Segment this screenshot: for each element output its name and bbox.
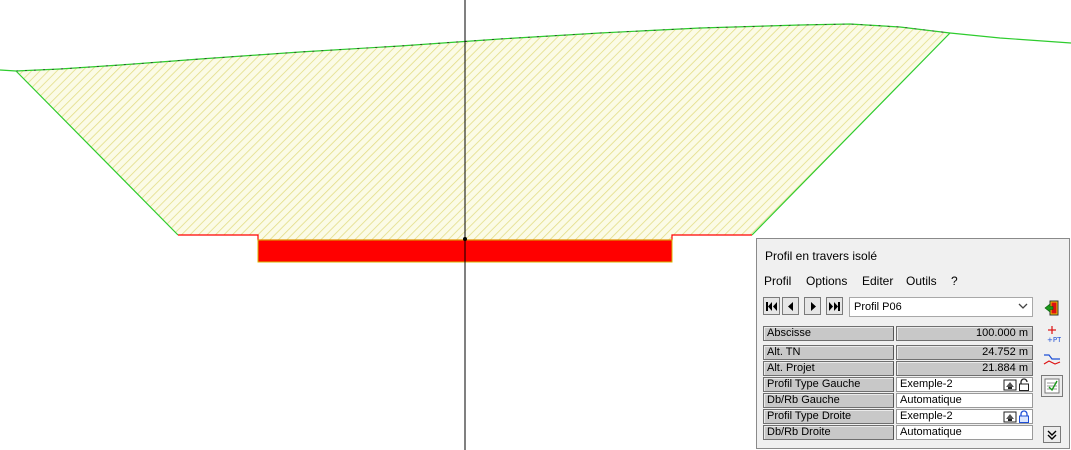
panel-title: Profil en travers isolé xyxy=(765,249,878,263)
profil-type-gauche-field[interactable]: Exemple-2 xyxy=(896,377,1033,392)
svg-text:+PT: +PT xyxy=(1047,336,1061,343)
insert-point-button[interactable]: +PT xyxy=(1041,323,1063,345)
menu-outils[interactable]: Outils xyxy=(906,274,937,288)
exit-icon xyxy=(1044,300,1059,316)
insert-point-icon: +PT xyxy=(1047,326,1061,343)
field-label: Db/Rb Gauche xyxy=(763,393,894,408)
row-alt-projet: Alt. Projet 21.884 m xyxy=(763,361,1033,377)
profil-type-gauche-value: Exemple-2 xyxy=(900,378,953,390)
profil-type-droite-value: Exemple-2 xyxy=(900,410,953,422)
lock-icon[interactable] xyxy=(1018,410,1030,423)
first-profile-button[interactable] xyxy=(763,297,780,315)
menu-help[interactable]: ? xyxy=(951,274,958,288)
chevron-down-icon xyxy=(1018,303,1028,309)
db-rb-gauche-field[interactable]: Automatique xyxy=(896,393,1033,408)
checklist-icon xyxy=(1044,378,1060,394)
field-label: Profil Type Gauche xyxy=(763,377,894,392)
row-db-rb-gauche: Db/Rb Gauche Automatique xyxy=(763,393,1033,409)
expand-button[interactable] xyxy=(1043,426,1061,443)
exit-button[interactable] xyxy=(1041,297,1063,319)
row-profil-type-droite: Profil Type Droite Exemple-2 xyxy=(763,409,1033,425)
expand-down-icon xyxy=(1047,430,1057,440)
profile-select-value: Profil P06 xyxy=(854,301,902,313)
field-label: Alt. TN xyxy=(763,345,894,360)
profile-panel: Profil en travers isolé Profil Options E… xyxy=(756,238,1070,449)
profil-type-droite-field[interactable]: Exemple-2 xyxy=(896,409,1033,424)
checklist-button[interactable] xyxy=(1041,375,1063,397)
row-abscisse: Abscisse 100.000 m xyxy=(763,326,1033,342)
menubar: Profil Options Editer Outils ? xyxy=(757,272,1069,292)
alt-tn-value: 24.752 m xyxy=(896,345,1033,360)
alt-projet-value: 21.884 m xyxy=(896,361,1033,376)
profile-select[interactable]: Profil P06 xyxy=(849,297,1033,317)
last-profile-button[interactable] xyxy=(826,297,843,315)
axis-point xyxy=(463,237,467,241)
field-label: Db/Rb Droite xyxy=(763,425,894,440)
lock-icon[interactable] xyxy=(1018,378,1030,391)
settings-icon[interactable] xyxy=(1003,410,1017,423)
previous-profile-button[interactable] xyxy=(782,297,799,315)
field-label: Profil Type Droite xyxy=(763,409,894,424)
next-icon xyxy=(810,301,816,311)
field-label: Abscisse xyxy=(763,326,894,341)
last-icon xyxy=(829,301,840,311)
next-profile-button[interactable] xyxy=(804,297,821,315)
db-rb-droite-field[interactable]: Automatique xyxy=(896,425,1033,440)
abscisse-value: 100.000 m xyxy=(896,326,1033,341)
menu-editer[interactable]: Editer xyxy=(862,274,893,288)
cut-area xyxy=(16,24,950,240)
profile-edit-icon xyxy=(1043,354,1061,365)
field-label: Alt. Projet xyxy=(763,361,894,376)
first-icon xyxy=(766,301,777,311)
row-profil-type-gauche: Profil Type Gauche Exemple-2 xyxy=(763,377,1033,393)
row-alt-tn: Alt. TN 24.752 m xyxy=(763,345,1033,361)
settings-icon[interactable] xyxy=(1003,378,1017,391)
menu-profil[interactable]: Profil xyxy=(764,274,791,288)
previous-icon xyxy=(787,301,793,311)
profile-edit-button[interactable] xyxy=(1041,349,1063,371)
row-db-rb-droite: Db/Rb Droite Automatique xyxy=(763,425,1033,441)
menu-options[interactable]: Options xyxy=(806,274,847,288)
